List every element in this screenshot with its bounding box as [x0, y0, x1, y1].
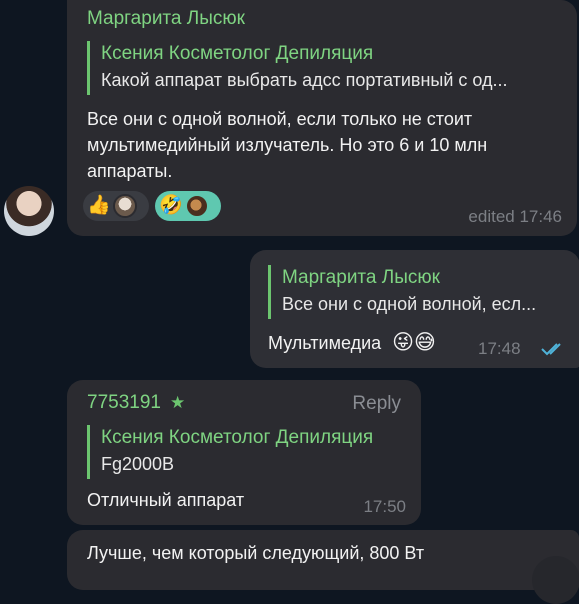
star-icon: ★ [170, 393, 186, 412]
message-bubble-incoming[interactable]: Маргарита Лысюк Ксения Косметолог Депиля… [67, 0, 577, 236]
reply-quote[interactable]: Ксения Косметолог Депиляция Fg2000B [87, 425, 407, 479]
reply-quote-text: Какой аппарат выбрать адсс портативный с… [101, 70, 508, 90]
reply-quote[interactable]: Маргарита Лысюк Все они с одной волной, … [268, 265, 568, 319]
message-time: 17:50 [363, 497, 406, 516]
reaction-rofl[interactable]: 🤣 [155, 191, 221, 221]
reply-quote-name: Маргарита Лысюк [282, 267, 440, 288]
message-time: 17:48 [478, 339, 521, 358]
message-time: edited 17:46 [468, 207, 562, 226]
message-text: Мультимедиа 😜😅 [268, 330, 436, 356]
sender-name[interactable]: 7753191 [87, 392, 161, 414]
reactor-avatar [112, 194, 137, 218]
avatar[interactable] [4, 186, 54, 236]
reply-quote-text: Все они с одной волной, есл... [282, 294, 537, 314]
reply-button[interactable]: Reply [352, 393, 401, 415]
thumbs-up-icon: 👍 [87, 195, 111, 216]
scroll-down-button[interactable] [532, 556, 579, 604]
reply-quote-name: Ксения Косметолог Депиляция [101, 43, 374, 64]
reply-quote-name: Ксения Косметолог Депиляция [101, 427, 374, 448]
rofl-icon: 🤣 [159, 195, 183, 216]
reply-quote-text: Fg2000B [101, 454, 175, 474]
emoji-group: 😜😅 [392, 331, 436, 354]
reaction-thumbs-up[interactable]: 👍 [83, 191, 149, 221]
message-bubble-outgoing[interactable]: Маргарита Лысюк Все они с одной волной, … [250, 250, 579, 368]
message-text: Все они с одной волной, если только не с… [87, 109, 488, 181]
message-text: Лучше, чем который следующий, 800 Вт [87, 543, 425, 563]
message-text: Отличный аппарат [87, 490, 245, 510]
message-text-body: Мультимедиа [268, 333, 382, 353]
reply-quote[interactable]: Ксения Косметолог Депиляция Какой аппара… [87, 41, 565, 95]
message-bubble-incoming[interactable]: 7753191 ★ Reply Ксения Косметолог Депиля… [67, 380, 421, 525]
reactor-avatar [184, 194, 209, 218]
sender-name[interactable]: Маргарита Лысюк [87, 8, 245, 30]
message-bubble-incoming[interactable]: Лучше, чем который следующий, 800 Вт [67, 530, 579, 590]
double-check-icon [541, 343, 561, 356]
